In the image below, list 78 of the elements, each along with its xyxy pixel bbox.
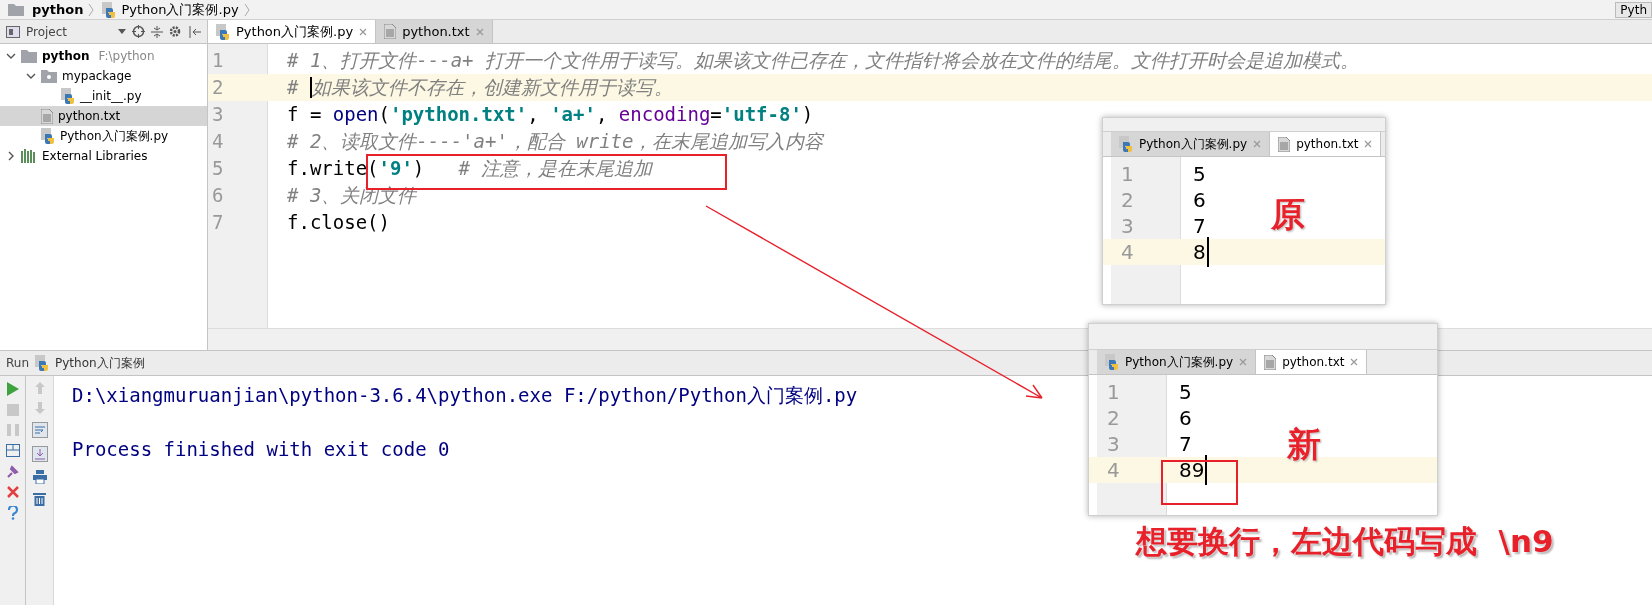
code-token: , bbox=[527, 102, 540, 128]
editor-tab[interactable]: Python入门案例.py bbox=[1111, 132, 1271, 156]
line-text: 5 bbox=[1179, 379, 1192, 406]
tree-item[interactable]: python F:\python bbox=[0, 46, 207, 66]
tab-label: python.txt bbox=[402, 22, 470, 41]
code-token: 'utf-8' bbox=[721, 102, 802, 128]
tab-label: Python入门案例.py bbox=[236, 22, 354, 41]
code-token: ) bbox=[801, 102, 814, 128]
line-number: 1 bbox=[1106, 379, 1121, 406]
line-number: 2 bbox=[1106, 405, 1121, 432]
tree-item-label: __init__.py bbox=[80, 88, 142, 105]
annotation-label: 新 bbox=[1287, 423, 1321, 466]
code-token: encoding bbox=[618, 102, 711, 128]
tree-item-label: External Libraries bbox=[42, 148, 148, 165]
code-token: = bbox=[710, 102, 722, 128]
code-token: # bbox=[287, 75, 300, 101]
line-text: 6 bbox=[1179, 405, 1192, 432]
line-number: 1 bbox=[1120, 161, 1135, 188]
tree-item[interactable]: python.txt bbox=[0, 106, 207, 126]
tree-item-label: python.txt bbox=[58, 108, 121, 125]
line-number: 1 bbox=[211, 48, 225, 74]
line-number: 7 bbox=[211, 210, 225, 236]
run-config-button[interactable]: Pyth bbox=[1615, 1, 1652, 18]
line-text: 7 bbox=[1193, 213, 1206, 240]
line-text: 89 bbox=[1179, 455, 1208, 485]
tree-item-path: F:\python bbox=[98, 48, 155, 65]
line-text: 6 bbox=[1193, 187, 1206, 214]
line-number: 4 bbox=[211, 129, 225, 155]
line-text: 8 bbox=[1193, 237, 1209, 267]
code-token: open bbox=[332, 102, 379, 128]
code-token: 'python.txt' bbox=[390, 102, 528, 128]
line-text: 5 bbox=[1193, 161, 1206, 188]
code-token: # 2、读取文件----'a+'，配合 write，在末尾追加写入内容 bbox=[287, 129, 824, 155]
line-number: 4 bbox=[1120, 239, 1135, 266]
tab-label: python.txt bbox=[1296, 136, 1359, 153]
line-number: 3 bbox=[1106, 431, 1121, 458]
editor-tab[interactable]: python.txt bbox=[376, 20, 493, 43]
tree-item[interactable]: __init__.py bbox=[0, 86, 207, 106]
tab-label: Python入门案例.py bbox=[1125, 354, 1234, 371]
tree-item-label: Python入门案例.py bbox=[60, 128, 169, 145]
editor-tab[interactable]: python.txt bbox=[1270, 132, 1382, 156]
breadcrumb-item[interactable]: python bbox=[32, 0, 84, 20]
annotation-caption: 想要换行，左边代码写成 \n9 bbox=[1136, 522, 1554, 561]
code-token: 'a+' bbox=[550, 102, 596, 128]
tree-item[interactable]: mypackage bbox=[0, 66, 207, 86]
code-token: ( bbox=[378, 102, 390, 128]
code-token: , bbox=[595, 102, 609, 128]
code-token: # 1、打开文件---a+ 打开一个文件用于读写。如果该文件已存在，文件指针将会放在文件的结尾。文件打开时会是追加模式。 bbox=[287, 48, 1359, 74]
line-number: 4 bbox=[1106, 457, 1121, 484]
line-number: 3 bbox=[211, 102, 225, 128]
editor-tab[interactable]: Python入门案例.py bbox=[208, 20, 377, 43]
code-token: f = bbox=[287, 102, 323, 128]
tree-item-label: mypackage bbox=[62, 68, 132, 85]
line-text: 7 bbox=[1179, 431, 1192, 458]
line-number: 2 bbox=[1120, 187, 1135, 214]
code-token: f.close() bbox=[287, 210, 390, 236]
breadcrumb-item[interactable]: Python入门案例.py bbox=[121, 0, 239, 20]
panel-title: Run bbox=[6, 355, 29, 372]
editor-tab[interactable]: python.txt bbox=[1256, 350, 1368, 374]
code-token: 如果该文件不存在，创建新文件用于读写。 bbox=[311, 75, 673, 101]
code-token: # 注意，是在末尾追加 bbox=[458, 156, 653, 182]
panel-title[interactable]: Project bbox=[26, 22, 68, 41]
run-tab[interactable]: Python入门案例 bbox=[55, 354, 145, 372]
code-token: '9' bbox=[378, 156, 413, 182]
line-number: 5 bbox=[211, 156, 225, 182]
annotation-label: 原 bbox=[1271, 193, 1305, 236]
line-number: 6 bbox=[211, 183, 225, 209]
editor-tab[interactable]: Python入门案例.py bbox=[1097, 350, 1257, 374]
line-number: 3 bbox=[1120, 213, 1135, 240]
line-number: 2 bbox=[211, 75, 225, 101]
tree-item[interactable]: Python入门案例.py bbox=[0, 126, 207, 146]
code-token: ) bbox=[412, 156, 426, 182]
tab-label: Python入门案例.py bbox=[1139, 136, 1248, 153]
console-line: D:\xiangmuruanjian\python-3.6.4\python.exe F:/python/Python入门案例.py bbox=[72, 383, 858, 409]
tree-item-label: python bbox=[42, 48, 90, 65]
tree-item[interactable]: External Libraries bbox=[0, 146, 207, 166]
console-line: Process finished with exit code 0 bbox=[72, 437, 450, 463]
tab-label: python.txt bbox=[1282, 354, 1345, 371]
